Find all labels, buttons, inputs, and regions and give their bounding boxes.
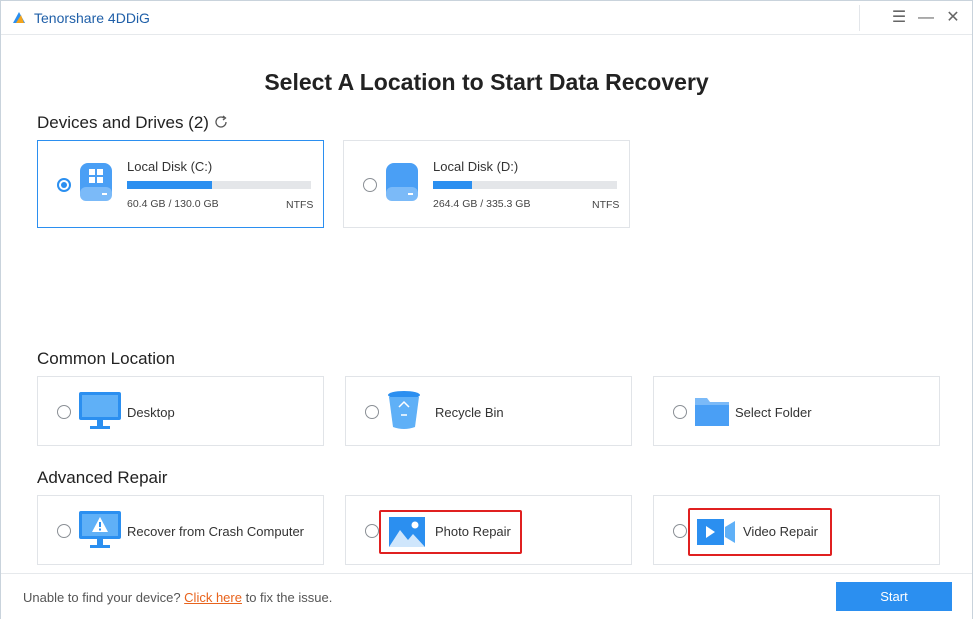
crash-computer-icon — [79, 511, 121, 548]
title-bar: Tenorshare 4DDiG ☰ — ✕ — [1, 1, 972, 35]
disk-c-usage-text: 60.4 GB / 130.0 GB — [127, 198, 219, 210]
disk-d-filesystem: NTFS — [592, 199, 620, 211]
crash-computer-radio[interactable] — [57, 524, 71, 538]
video-repair-option[interactable]: Video Repair — [653, 495, 940, 565]
photo-icon — [389, 517, 425, 547]
video-icon — [697, 519, 735, 545]
photo-repair-option[interactable]: Photo Repair — [345, 495, 632, 565]
disk-c-filesystem: NTFS — [286, 199, 314, 211]
refresh-icon[interactable] — [213, 114, 229, 130]
photo-repair-label: Photo Repair — [435, 524, 511, 539]
video-repair-radio[interactable] — [673, 524, 687, 538]
select-folder-label: Select Folder — [735, 405, 812, 420]
app-logo-icon — [13, 12, 25, 23]
desktop-label: Desktop — [127, 405, 175, 420]
devices-section-title: Devices and Drives (2) — [37, 113, 209, 132]
disk-c-usage-bar — [127, 181, 311, 189]
footer-help-text: Unable to find your device? Click here t… — [23, 590, 332, 605]
disk-c-usage-fill — [127, 181, 212, 189]
title-separator — [859, 5, 860, 31]
click-here-link[interactable]: Click here — [184, 590, 242, 605]
disk-card-d[interactable]: Local Disk (D:) 264.4 GB / 335.3 GB NTFS — [343, 140, 630, 228]
recycle-bin-label: Recycle Bin — [435, 405, 504, 420]
select-folder-radio[interactable] — [673, 405, 687, 419]
footer-help-suffix: to fix the issue. — [245, 590, 333, 605]
crash-computer-option[interactable]: Recover from Crash Computer — [37, 495, 324, 565]
recycle-bin-radio[interactable] — [365, 405, 379, 419]
advanced-section-title: Advanced Repair — [37, 468, 168, 487]
disk-card-c[interactable]: Local Disk (C:) 60.4 GB / 130.0 GB NTFS — [37, 140, 324, 228]
footer-help-prefix: Unable to find your device? — [23, 590, 181, 605]
desktop-option[interactable]: Desktop — [37, 376, 324, 446]
menu-icon[interactable]: ☰ — [889, 8, 909, 28]
minimize-icon[interactable]: — — [916, 8, 936, 28]
video-repair-label: Video Repair — [743, 524, 818, 539]
desktop-radio[interactable] — [57, 405, 71, 419]
disk-c-name: Local Disk (C:) — [127, 159, 213, 174]
page-title: Select A Location to Start Data Recovery — [264, 69, 709, 95]
folder-icon — [695, 398, 729, 426]
disk-d-usage-fill — [433, 181, 472, 189]
disk-d-usage-text: 264.4 GB / 335.3 GB — [433, 198, 531, 210]
select-folder-option[interactable]: Select Folder — [653, 376, 940, 446]
recycle-bin-option[interactable]: Recycle Bin — [345, 376, 632, 446]
footer-bar: Unable to find your device? Click here t… — [1, 573, 972, 619]
disk-d-name: Local Disk (D:) — [433, 159, 519, 174]
disk-d-usage-bar — [433, 181, 617, 189]
close-icon[interactable]: ✕ — [943, 8, 963, 28]
disk-d-radio[interactable] — [363, 178, 377, 192]
disk-c-radio[interactable] — [57, 178, 71, 192]
windows-drive-icon — [80, 163, 112, 201]
monitor-icon — [79, 392, 121, 429]
drive-icon — [386, 163, 418, 201]
recycle-bin-icon — [388, 391, 420, 429]
start-button[interactable]: Start — [836, 582, 952, 611]
crash-computer-label: Recover from Crash Computer — [127, 524, 304, 539]
common-section-title: Common Location — [37, 349, 175, 368]
app-title: Tenorshare 4DDiG — [34, 10, 150, 26]
photo-repair-radio[interactable] — [365, 524, 379, 538]
